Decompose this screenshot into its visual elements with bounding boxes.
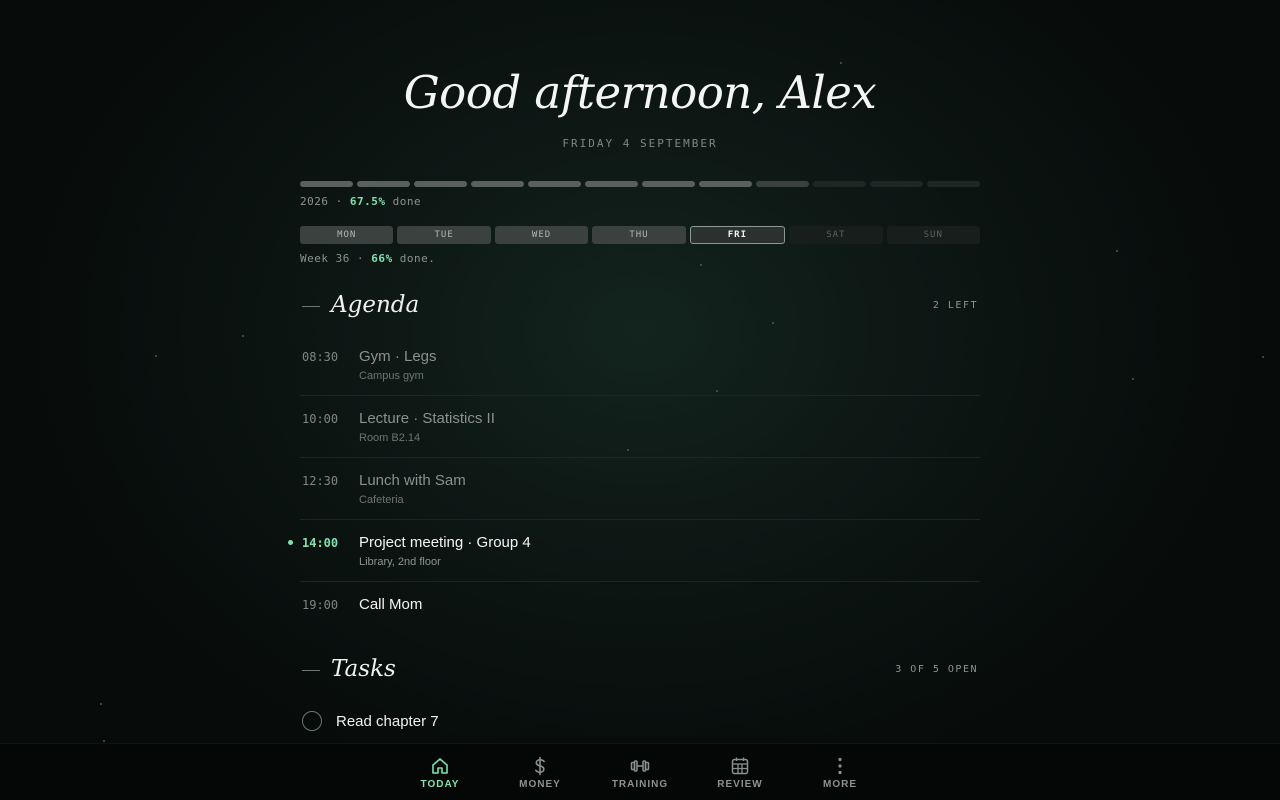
- agenda-remaining-count: 2 LEFT: [932, 300, 978, 311]
- nav-label: REVIEW: [717, 779, 763, 790]
- event-time: 14:00: [302, 536, 339, 550]
- event-location: Library, 2nd floor: [359, 556, 441, 568]
- event-time: 08:30: [302, 350, 339, 364]
- year-percent: 67.5%: [349, 195, 386, 208]
- home-icon: [432, 758, 448, 774]
- day-thu[interactable]: THU: [592, 226, 686, 244]
- greeting-heading: Good afternoon, Alex: [403, 66, 877, 119]
- bottom-nav: TODAY MONEY TRAINING REVIEW MORE: [0, 743, 1280, 800]
- year-segment: [585, 181, 638, 187]
- year-segment: [471, 181, 524, 187]
- day-wed[interactable]: WED: [494, 226, 589, 244]
- week-label: Week 36: [300, 252, 350, 265]
- year-segment: [528, 181, 581, 187]
- day-sat[interactable]: SAT: [789, 226, 883, 244]
- tasks-title: Tasks: [331, 656, 396, 682]
- nav-item-today[interactable]: TODAY: [400, 744, 480, 800]
- nav-item-money[interactable]: MONEY: [500, 744, 580, 800]
- nav-label: TODAY: [420, 779, 460, 790]
- agenda-title: Agenda: [331, 292, 420, 318]
- section-dash: [302, 670, 320, 671]
- agenda-event[interactable]: 10:00 Lecture · Statistics II Room B2.14: [300, 396, 980, 458]
- calendar-icon: [731, 757, 749, 775]
- year-done-label: done: [392, 195, 422, 208]
- agenda-event-current[interactable]: 14:00 Project meeting · Group 4 Library,…: [288, 520, 980, 582]
- week-percent: 66%: [371, 252, 393, 265]
- nav-item-more[interactable]: MORE: [800, 744, 880, 800]
- agenda-event[interactable]: 12:30 Lunch with Sam Cafeteria: [300, 458, 980, 520]
- event-location: Room B2.14: [359, 432, 421, 444]
- year-label: 2026: [300, 195, 329, 208]
- current-event-indicator: [288, 540, 293, 545]
- week-day-strip: MON TUE WED THU FRI SAT SUN: [300, 226, 980, 244]
- agenda-header: Agenda 2 LEFT: [300, 292, 980, 322]
- tasks-open-count: 3 OF 5 OPEN: [895, 664, 978, 675]
- event-location: Cafeteria: [359, 494, 404, 506]
- event-title: Project meeting · Group 4: [359, 534, 531, 551]
- tasks-header: Tasks 3 OF 5 OPEN: [300, 656, 980, 686]
- event-location: Campus gym: [359, 370, 424, 382]
- task-item: Read chapter 7: [300, 711, 980, 735]
- more-vertical-icon: [838, 757, 842, 775]
- section-dash: [302, 306, 320, 307]
- year-segment: [414, 181, 467, 187]
- agenda-event[interactable]: 08:30 Gym · Legs Campus gym: [300, 334, 980, 396]
- year-segment: [870, 181, 923, 187]
- nav-label: MORE: [823, 779, 857, 790]
- event-title: Lecture · Statistics II: [359, 410, 495, 427]
- day-sun[interactable]: SUN: [886, 226, 980, 244]
- task-checkbox[interactable]: [302, 711, 322, 731]
- agenda-event[interactable]: 19:00 Call Mom: [300, 582, 980, 644]
- event-time: 12:30: [302, 474, 339, 488]
- event-title: Call Mom: [359, 596, 423, 613]
- year-segment: [300, 181, 353, 187]
- nav-label: MONEY: [519, 779, 561, 790]
- day-fri[interactable]: FRI: [689, 226, 786, 244]
- task-label: Read chapter 7: [336, 713, 439, 730]
- dumbbell-icon: [630, 760, 650, 772]
- nav-label: TRAINING: [611, 779, 669, 790]
- year-segment: [813, 181, 866, 187]
- event-time: 10:00: [302, 412, 339, 426]
- year-progress-bar: [300, 181, 980, 187]
- year-segment: [699, 181, 752, 187]
- nav-item-training[interactable]: TRAINING: [600, 744, 680, 800]
- event-title: Gym · Legs: [359, 348, 437, 365]
- week-progress-text: Week 36 · 66% done.: [300, 252, 436, 265]
- day-tue[interactable]: TUE: [397, 226, 491, 244]
- event-time: 19:00: [302, 598, 339, 612]
- year-segment: [927, 181, 980, 187]
- event-title: Lunch with Sam: [359, 472, 466, 489]
- nav-item-review[interactable]: REVIEW: [700, 744, 780, 800]
- day-mon[interactable]: MON: [300, 226, 394, 244]
- current-date: FRIDAY 4 SEPTEMBER: [562, 137, 718, 150]
- year-segment: [357, 181, 410, 187]
- agenda-list: 08:30 Gym · Legs Campus gym 10:00 Lectur…: [288, 334, 980, 644]
- year-segment: [642, 181, 695, 187]
- dollar-icon: [535, 756, 545, 776]
- year-segment: [756, 181, 809, 187]
- year-progress-text: 2026 · 67.5% done: [300, 195, 422, 208]
- week-done-label: done.: [399, 252, 436, 265]
